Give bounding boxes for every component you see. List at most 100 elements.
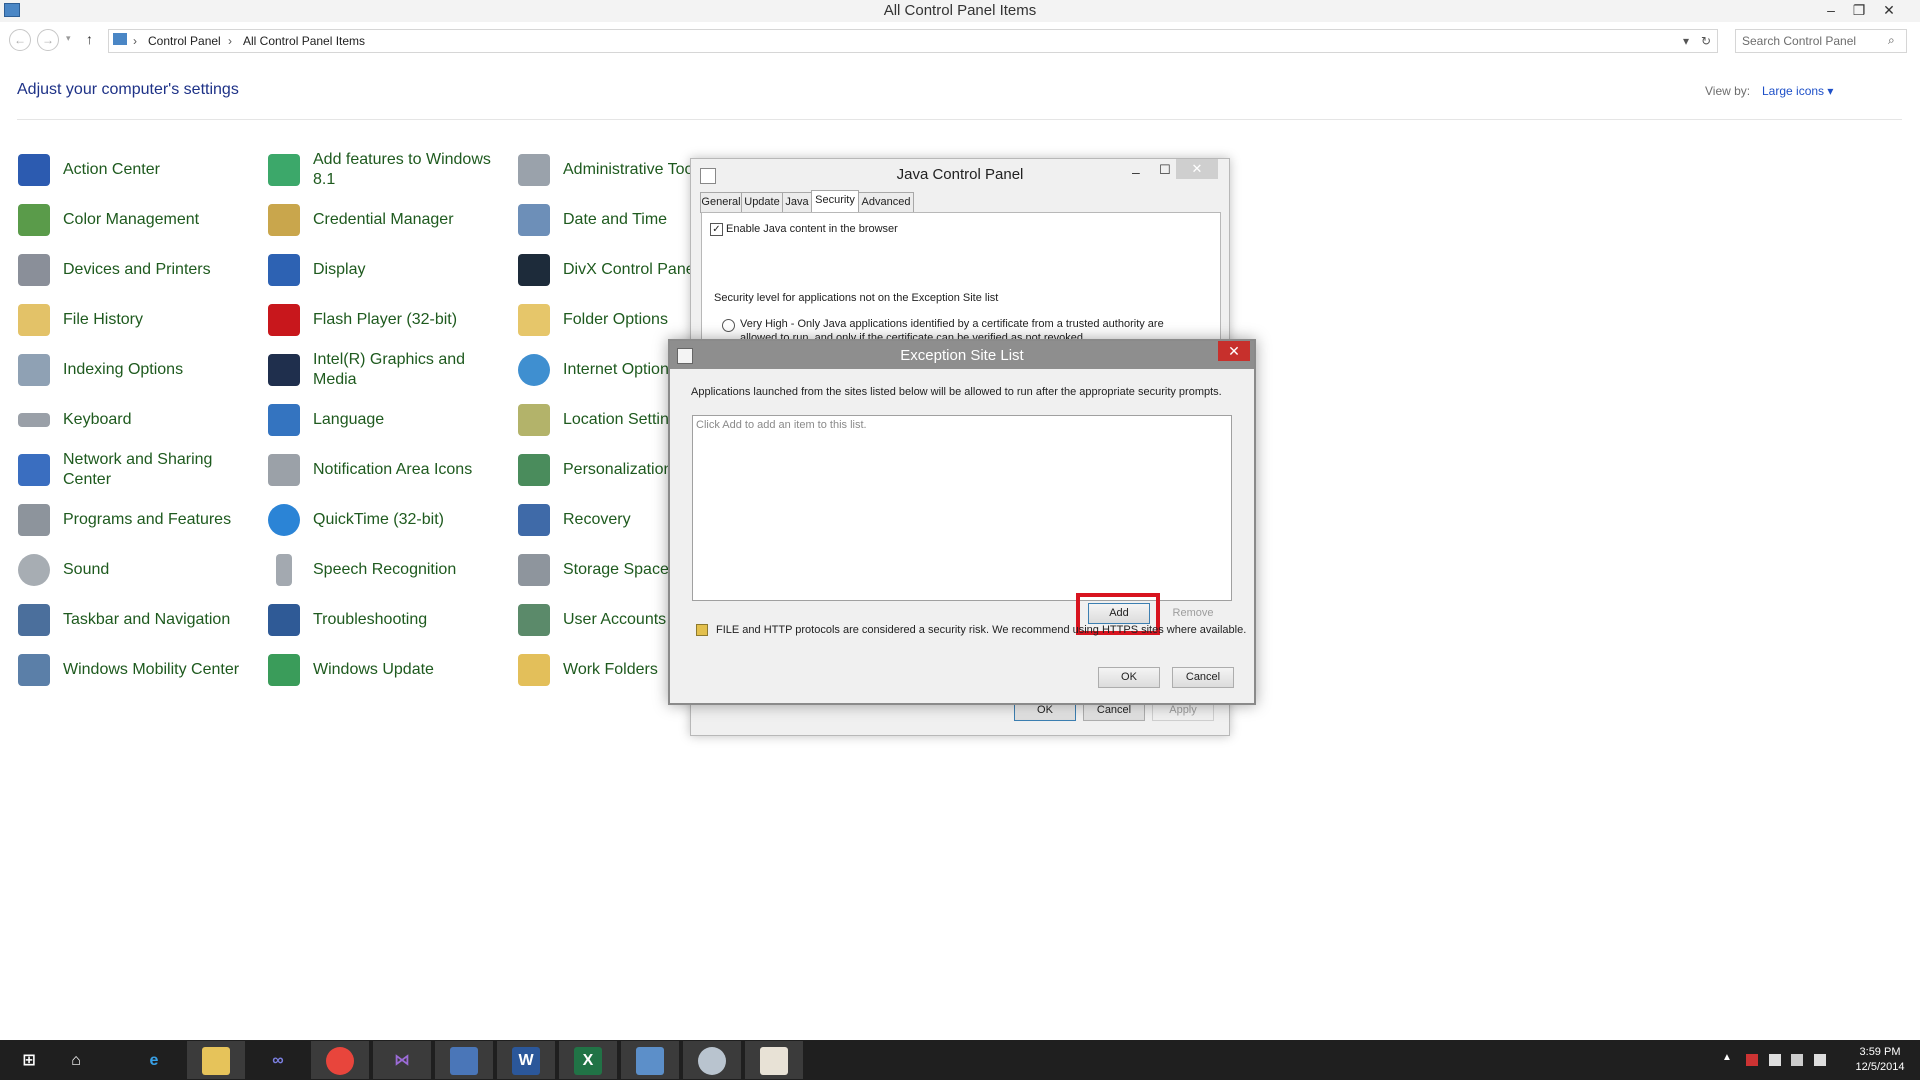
taskbar-home[interactable]: ⌂ xyxy=(47,1041,105,1079)
java-minimize-button[interactable]: – xyxy=(1132,164,1140,180)
enable-java-checkbox[interactable]: ✓ xyxy=(710,223,723,236)
taskbar-file-explorer[interactable] xyxy=(187,1041,245,1079)
security-level-label: Security level for applications not on t… xyxy=(714,292,999,304)
up-button[interactable]: ↑ xyxy=(86,31,93,47)
item-speech-recognition[interactable]: Speech Recognition xyxy=(268,550,508,590)
tab-advanced[interactable]: Advanced xyxy=(858,192,914,213)
enable-java-label: Enable Java content in the browser xyxy=(726,223,898,235)
search-icon[interactable]: ⌕ xyxy=(1888,33,1895,48)
power-icon[interactable] xyxy=(1769,1054,1781,1066)
refresh-icon[interactable]: ↻ xyxy=(1701,34,1711,48)
taskbar-chrome[interactable] xyxy=(311,1041,369,1079)
recent-locations-icon[interactable]: ▾ xyxy=(66,33,71,44)
taskbar-app-infinity[interactable]: ∞ xyxy=(249,1041,307,1079)
keyboard-icon xyxy=(18,413,50,427)
window-title: All Control Panel Items xyxy=(883,2,1037,19)
header-divider xyxy=(17,119,1902,120)
volume-muted-icon[interactable] xyxy=(1814,1054,1826,1066)
tray-overflow-icon[interactable]: ▲ xyxy=(1722,1052,1732,1063)
view-by-dropdown[interactable]: Large icons ▾ xyxy=(1762,84,1833,98)
java-title: Java Control Panel xyxy=(896,166,1024,183)
address-bar[interactable]: › Control Panel › All Control Panel Item… xyxy=(108,29,1718,53)
taskbar-control-panel[interactable] xyxy=(621,1041,679,1079)
very-high-description: Very High - Only Java applications ident… xyxy=(740,318,1164,330)
taskbar-ie[interactable]: e xyxy=(125,1041,183,1079)
tab-security[interactable]: Security xyxy=(811,190,859,213)
item-programs-features[interactable]: Programs and Features xyxy=(18,500,258,540)
exception-site-listbox[interactable]: Click Add to add an item to this list. xyxy=(692,415,1232,601)
close-button[interactable]: ✕ xyxy=(1875,0,1903,20)
security-warning-text: FILE and HTTP protocols are considered a… xyxy=(716,624,1247,636)
item-indexing-options[interactable]: Indexing Options xyxy=(18,350,258,390)
action-center-flag-icon[interactable] xyxy=(1746,1054,1758,1066)
globe-icon xyxy=(518,354,550,386)
item-color-management[interactable]: Color Management xyxy=(18,200,258,240)
back-button[interactable]: ← xyxy=(9,29,31,51)
network-tray-icon[interactable] xyxy=(1791,1054,1803,1066)
file-explorer-icon xyxy=(202,1047,230,1075)
item-notification-area[interactable]: Notification Area Icons xyxy=(268,450,508,490)
page-heading: Adjust your computer's settings xyxy=(17,81,239,98)
item-credential-manager[interactable]: Credential Manager xyxy=(268,200,508,240)
item-network-sharing[interactable]: Network and Sharing Center xyxy=(18,450,258,490)
item-file-history[interactable]: File History xyxy=(18,300,258,340)
tab-general[interactable]: General xyxy=(700,192,742,213)
programs-icon xyxy=(18,504,50,536)
item-intel-graphics[interactable]: Intel(R) Graphics and Media xyxy=(268,350,508,390)
very-high-radio[interactable] xyxy=(722,319,735,332)
divx-icon xyxy=(518,254,550,286)
search-placeholder: Search Control Panel xyxy=(1742,34,1857,48)
breadcrumb-control-panel[interactable]: Control Panel xyxy=(148,34,221,48)
file-history-icon xyxy=(18,304,50,336)
exception-ok-button[interactable]: OK xyxy=(1098,667,1160,688)
address-dropdown-icon[interactable]: ▾ xyxy=(1683,34,1689,48)
control-panel-taskbar-icon xyxy=(636,1047,664,1075)
clock-time: 3:59 PM xyxy=(1859,1046,1901,1058)
taskbar-paint[interactable] xyxy=(683,1041,741,1079)
search-input[interactable]: Search Control Panel ⌕ xyxy=(1735,29,1907,53)
item-display[interactable]: Display xyxy=(268,250,508,290)
java-taskbar-icon xyxy=(760,1047,788,1075)
minimize-button[interactable]: – xyxy=(1817,0,1845,20)
credential-icon xyxy=(268,204,300,236)
exception-close-button[interactable]: ✕ xyxy=(1218,341,1250,361)
item-devices-printers[interactable]: Devices and Printers xyxy=(18,250,258,290)
java-maximize-button[interactable]: ☐ xyxy=(1159,162,1171,178)
item-action-center[interactable]: Action Center xyxy=(18,150,258,190)
clock-icon xyxy=(518,204,550,236)
breadcrumb-all-items[interactable]: All Control Panel Items xyxy=(243,34,365,48)
taskbar-remote-desktop[interactable] xyxy=(435,1041,493,1079)
windows-logo-icon: ⊞ xyxy=(22,1052,36,1069)
item-keyboard[interactable]: Keyboard xyxy=(18,400,258,440)
remote-desktop-icon xyxy=(450,1047,478,1075)
item-quicktime[interactable]: QuickTime (32-bit) xyxy=(268,500,508,540)
java-close-button[interactable]: ✕ xyxy=(1176,159,1218,179)
internet-explorer-icon: e xyxy=(149,1052,159,1069)
display-icon xyxy=(268,254,300,286)
tab-update[interactable]: Update xyxy=(741,192,783,213)
tab-java[interactable]: Java xyxy=(782,192,812,213)
clock-date: 12/5/2014 xyxy=(1855,1061,1905,1073)
intel-graphics-icon xyxy=(268,354,300,386)
item-flash-player[interactable]: Flash Player (32-bit) xyxy=(268,300,508,340)
item-add-features[interactable]: Add features to Windows 8.1 xyxy=(268,150,508,190)
item-sound[interactable]: Sound xyxy=(18,550,258,590)
taskbar-java[interactable] xyxy=(745,1041,803,1079)
exception-description: Applications launched from the sites lis… xyxy=(691,386,1222,398)
item-taskbar-navigation[interactable]: Taskbar and Navigation xyxy=(18,600,258,640)
item-windows-update[interactable]: Windows Update xyxy=(268,650,508,690)
item-language[interactable]: Language xyxy=(268,400,508,440)
forward-button[interactable]: → xyxy=(37,29,59,51)
remove-button[interactable]: Remove xyxy=(1162,603,1224,624)
exception-cancel-button[interactable]: Cancel xyxy=(1172,667,1234,688)
taskbar-excel[interactable]: X xyxy=(559,1041,617,1079)
taskbar-word[interactable]: W xyxy=(497,1041,555,1079)
item-windows-mobility[interactable]: Windows Mobility Center xyxy=(18,650,258,690)
taskbar-clock[interactable]: 3:59 PM 12/5/2014 xyxy=(1848,1045,1912,1075)
item-troubleshooting[interactable]: Troubleshooting xyxy=(268,600,508,640)
personalization-icon xyxy=(518,454,550,486)
language-icon xyxy=(268,404,300,436)
restore-button[interactable]: ❐ xyxy=(1845,0,1873,20)
taskbar-visual-studio[interactable]: ⋈ xyxy=(373,1041,431,1079)
exception-site-list-dialog: Exception Site List ✕ Applications launc… xyxy=(668,339,1256,705)
